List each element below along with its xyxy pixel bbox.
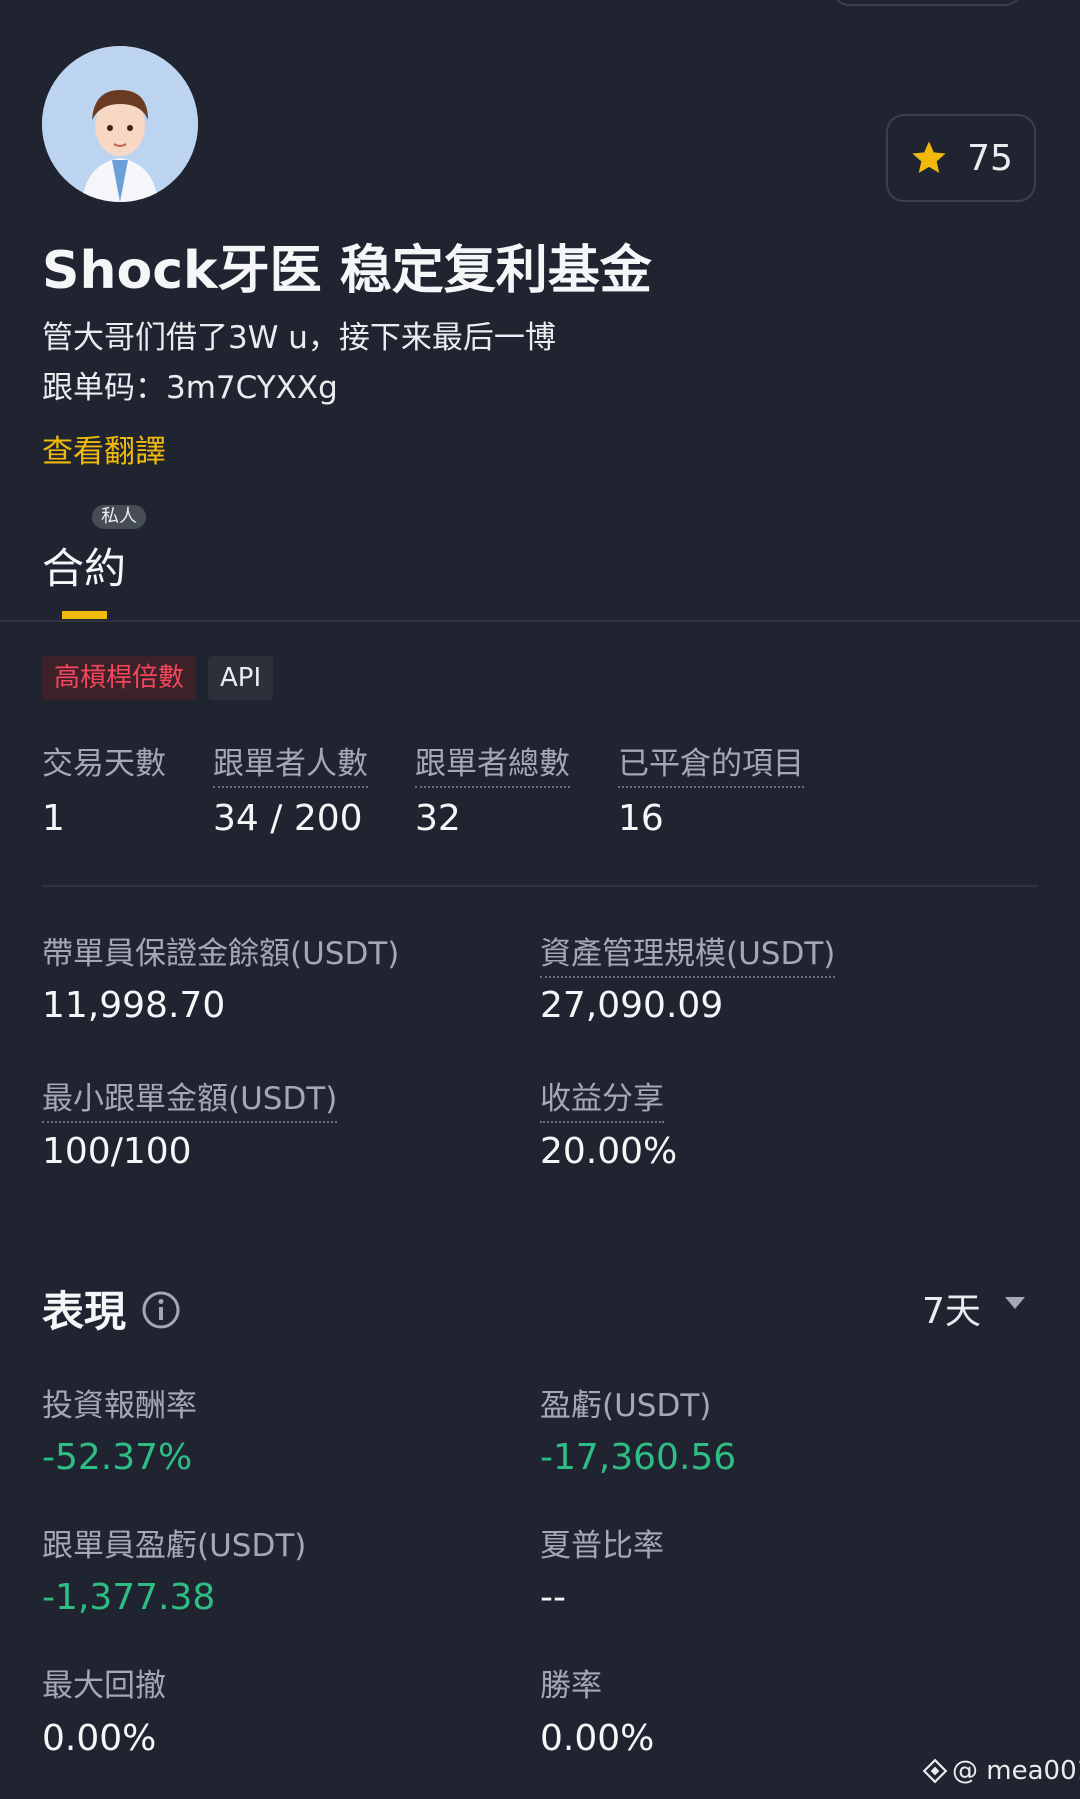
watermark-text: @ mea001	[952, 1756, 1080, 1786]
copier-pnl-label: 跟單員盈虧(USDT)	[42, 1528, 307, 1564]
chevron-down-icon[interactable]	[1005, 1297, 1025, 1309]
stat-label-trading-days: 交易天數	[42, 746, 166, 782]
stat-label-copiers[interactable]: 跟單者人數	[213, 738, 368, 788]
favorite-count: 75	[967, 137, 1013, 179]
top-partial-pill[interactable]	[830, 0, 1024, 6]
diamond-logo-icon	[922, 1758, 948, 1784]
aum-label[interactable]: 資產管理規模(USDT)	[540, 928, 836, 978]
stat-value-copiers: 34 / 200	[213, 798, 363, 839]
win-rate-value: 0.00%	[540, 1718, 655, 1759]
tab-divider	[0, 620, 1080, 622]
tab-private-badge: 私人	[92, 505, 146, 529]
stat-value-trading-days: 1	[42, 798, 65, 839]
min-copy-amount-value: 100/100	[42, 1131, 192, 1172]
stat-value-closed-positions: 16	[618, 798, 664, 839]
watermark: @ mea001	[922, 1756, 1080, 1786]
sharpe-ratio-label: 夏普比率	[540, 1528, 664, 1564]
copier-pnl-value: -1,377.38	[42, 1577, 216, 1618]
pnl-label: 盈虧(USDT)	[540, 1388, 712, 1424]
roi-value: -52.37%	[42, 1437, 193, 1478]
margin-balance-value: 11,998.70	[42, 985, 226, 1026]
view-translation-link[interactable]: 查看翻譯	[42, 426, 166, 471]
profit-share-label[interactable]: 收益分享	[540, 1073, 664, 1123]
pnl-value: -17,360.56	[540, 1437, 737, 1478]
sharpe-ratio-value: --	[540, 1577, 566, 1618]
profit-share-value: 20.00%	[540, 1131, 678, 1172]
api-tag: API	[208, 656, 274, 700]
description-line-1: 管大哥们借了3W u，接下来最后一博	[42, 320, 556, 356]
section-divider	[42, 885, 1038, 887]
max-drawdown-label: 最大回撤	[42, 1668, 166, 1704]
info-icon[interactable]	[141, 1290, 181, 1330]
max-drawdown-value: 0.00%	[42, 1718, 157, 1759]
margin-balance-label: 帶單員保證金餘額(USDT)	[42, 936, 400, 972]
win-rate-label: 勝率	[540, 1668, 602, 1704]
stat-label-closed-positions[interactable]: 已平倉的項目	[618, 738, 804, 788]
min-copy-amount-label[interactable]: 最小跟單金額(USDT)	[42, 1073, 338, 1123]
stat-label-total-copiers[interactable]: 跟單者總數	[415, 738, 570, 788]
aum-value: 27,090.09	[540, 985, 724, 1026]
copy-code-line: 跟单码：3m7CYXXg	[42, 370, 338, 406]
period-select[interactable]: 7天	[922, 1282, 981, 1334]
roi-label: 投資報酬率	[42, 1388, 197, 1424]
page-title: Shock牙医 稳定复利基金	[42, 241, 652, 301]
star-icon	[912, 141, 946, 173]
tab-contract[interactable]: 合約	[42, 535, 126, 596]
tab-active-indicator	[62, 611, 107, 619]
performance-title: 表現	[42, 1287, 127, 1336]
avatar	[42, 46, 198, 202]
high-leverage-tag: 高槓桿倍數	[42, 656, 197, 700]
stat-value-total-copiers: 32	[415, 798, 461, 839]
avatar-illustration	[42, 46, 198, 202]
favorite-button[interactable]: 75	[886, 114, 1036, 202]
